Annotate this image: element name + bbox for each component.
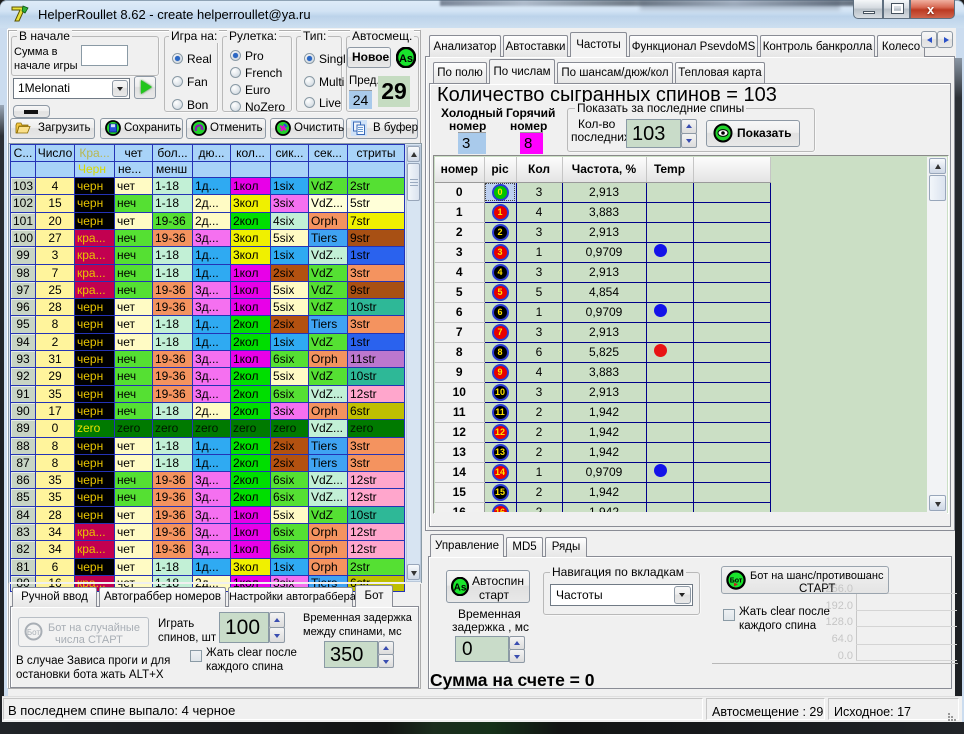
svg-text:Бот: Бот <box>27 628 41 637</box>
svg-text:As: As <box>454 583 467 594</box>
svg-text:Бот: Бот <box>730 578 743 585</box>
svg-text:As: As <box>399 53 413 65</box>
